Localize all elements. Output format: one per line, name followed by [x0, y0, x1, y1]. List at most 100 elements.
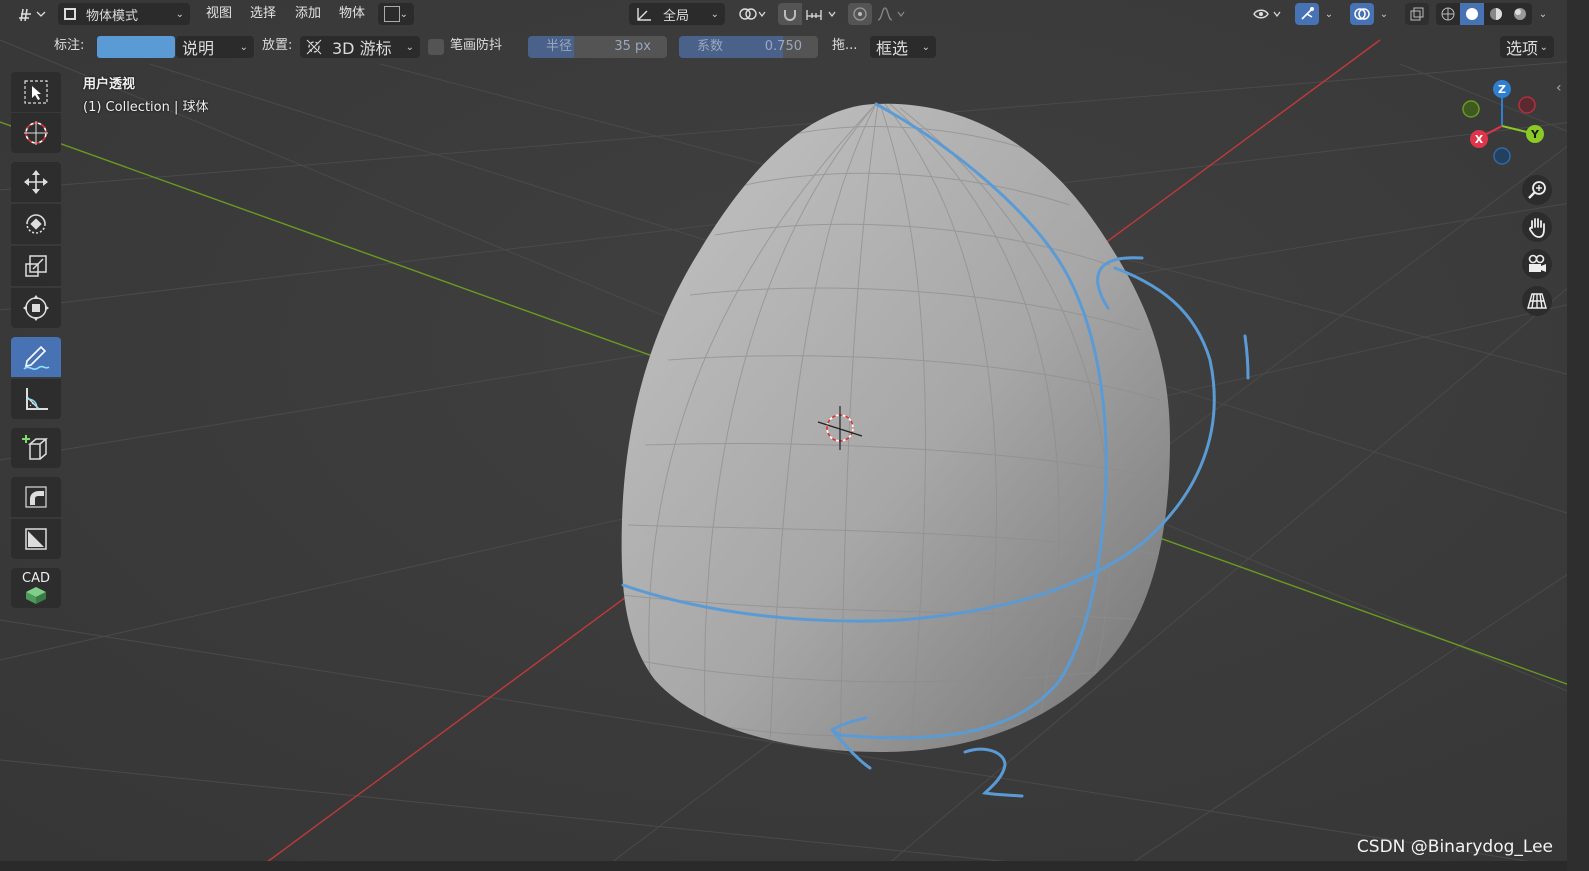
gizmo-toggle[interactable]: [1295, 3, 1319, 25]
perspective-grid-icon: [1527, 293, 1547, 309]
tool-cursor[interactable]: [11, 113, 61, 153]
mode-label: 物体模式: [86, 8, 139, 24]
gizmo-dropdown[interactable]: ⌄: [1320, 3, 1338, 25]
tool-transform[interactable]: [11, 288, 61, 328]
chevron-down-icon: ⌄: [399, 8, 408, 20]
radius-value: 35 px: [614, 39, 651, 54]
xray-toggle[interactable]: [1405, 3, 1429, 25]
menu-add[interactable]: 添加: [295, 4, 321, 24]
stabilize-checkbox[interactable]: [428, 39, 444, 55]
window-right-border: [1567, 0, 1589, 871]
chevron-down-icon: ⌄: [1379, 8, 1389, 20]
orientation-dropdown[interactable]: 全局 ⌄: [629, 3, 725, 25]
pan-button[interactable]: [1522, 212, 1552, 242]
cursor-placement-icon: [306, 39, 322, 55]
annotate-icon: [23, 345, 50, 370]
perspective-toggle-button[interactable]: [1522, 286, 1552, 316]
gizmo-x-axis[interactable]: X: [1470, 130, 1488, 148]
factor-slider[interactable]: 系数 0.750: [679, 36, 818, 58]
tool-select-box[interactable]: [11, 72, 61, 112]
3d-viewport[interactable]: 1: [0, 0, 1589, 871]
gizmo-z-axis[interactable]: Z: [1493, 80, 1511, 98]
options-dropdown[interactable]: 选项 ⌄: [1500, 36, 1554, 58]
transform-icon: [23, 295, 49, 321]
tool-add-cube[interactable]: [11, 428, 61, 468]
tool-measure[interactable]: [11, 379, 61, 419]
watermark: CSDN @Binarydog_Lee: [1356, 837, 1553, 857]
falloff-dropdown[interactable]: [874, 3, 910, 25]
header-bar: 物体模式 ⌄ 视图 选择 添加 物体 ⌄ 全局 ⌄ ⌄ ⌄ ⌄: [0, 0, 1589, 28]
tool-annotate[interactable]: [11, 337, 61, 377]
scale-icon: [25, 255, 47, 277]
tool-spin[interactable]: [11, 477, 61, 517]
falloff-icon: [877, 7, 905, 21]
placement-value: 3D 游标: [332, 39, 392, 58]
annotation-layer-dropdown[interactable]: 说明 ⌄: [176, 36, 254, 58]
editor-type-button[interactable]: [14, 3, 50, 25]
annotation-number-1: 1: [1240, 330, 1241, 331]
select-box-icon: [24, 80, 48, 104]
factor-value: 0.750: [764, 39, 802, 54]
mode-dropdown[interactable]: 物体模式 ⌄: [58, 3, 190, 25]
pivot-dropdown[interactable]: [734, 3, 770, 25]
collection-info: (1) Collection | 球体: [83, 100, 209, 115]
cursor-icon: [24, 121, 48, 145]
orientation-label: 全局: [663, 8, 690, 24]
shading-wireframe-icon[interactable]: [1436, 3, 1460, 25]
sidebar-toggle-arrow[interactable]: ‹: [1556, 80, 1562, 96]
shading-solid-icon[interactable]: [1460, 3, 1484, 25]
gpencil-icon: [384, 6, 400, 22]
tool-shear[interactable]: [11, 519, 61, 559]
chevron-down-icon: ⌄: [175, 8, 184, 20]
menu-select[interactable]: 选择: [250, 4, 276, 24]
tool-scale[interactable]: [11, 246, 61, 286]
editor-type-icon: [19, 8, 46, 22]
radius-slider[interactable]: 半径 35 px: [528, 36, 667, 58]
gpencil-dropdown[interactable]: ⌄: [378, 3, 414, 25]
shading-material-icon[interactable]: [1484, 3, 1508, 25]
placement-dropdown[interactable]: 3D 游标 ⌄: [300, 36, 420, 58]
chevron-down-icon: ⌄: [1538, 8, 1548, 20]
options-label: 选项: [1506, 39, 1539, 58]
snap-toggle[interactable]: [778, 3, 802, 25]
xray-icon: [1410, 7, 1424, 21]
placement-label: 放置:: [262, 38, 293, 53]
annotation-number-2: 2: [980, 750, 981, 751]
shading-rendered-icon[interactable]: [1508, 3, 1532, 25]
annotation-label: 标注:: [54, 38, 85, 53]
proportional-edit-icon: [853, 7, 867, 21]
snap-target-dropdown[interactable]: [802, 3, 842, 25]
chevron-down-icon: ⌄: [921, 41, 930, 53]
chevron-down-icon: ⌄: [1539, 41, 1548, 53]
annotation-layer-value: 说明: [182, 39, 215, 58]
overlay-dropdown[interactable]: ⌄: [1375, 3, 1393, 25]
annotation-color-swatch[interactable]: [97, 36, 175, 58]
visibility-dropdown[interactable]: [1250, 3, 1286, 25]
orientation-icon: [637, 8, 651, 21]
menu-object[interactable]: 物体: [339, 4, 365, 24]
tool-rotate[interactable]: [11, 204, 61, 244]
drag-value: 框选: [876, 39, 909, 58]
gizmo-y-axis[interactable]: Y: [1526, 125, 1544, 143]
move-icon: [24, 170, 48, 194]
cad-label: CAD: [22, 570, 50, 586]
pan-hand-icon: [1529, 218, 1545, 238]
menu-view[interactable]: 视图: [206, 4, 232, 24]
drag-dropdown[interactable]: 框选 ⌄: [870, 36, 936, 58]
view-name: 用户透视: [83, 77, 136, 92]
chevron-down-icon: ⌄: [1324, 8, 1334, 20]
zoom-icon: [1528, 181, 1546, 199]
shading-dropdown[interactable]: ⌄: [1534, 3, 1552, 25]
stabilize-label: 笔画防抖: [450, 38, 503, 53]
overlay-toggle[interactable]: [1350, 3, 1374, 25]
link-icon: [739, 8, 766, 20]
camera-view-button[interactable]: [1522, 249, 1552, 279]
tool-move[interactable]: [11, 162, 61, 202]
measure-icon: [26, 388, 48, 410]
proportional-edit-toggle[interactable]: [848, 3, 872, 25]
window-bottom-border: [0, 861, 1589, 871]
zoom-button[interactable]: [1522, 175, 1552, 205]
object-mode-icon: [64, 8, 76, 20]
tool-cad[interactable]: CAD: [11, 568, 61, 608]
drag-label: 拖...: [832, 38, 858, 53]
